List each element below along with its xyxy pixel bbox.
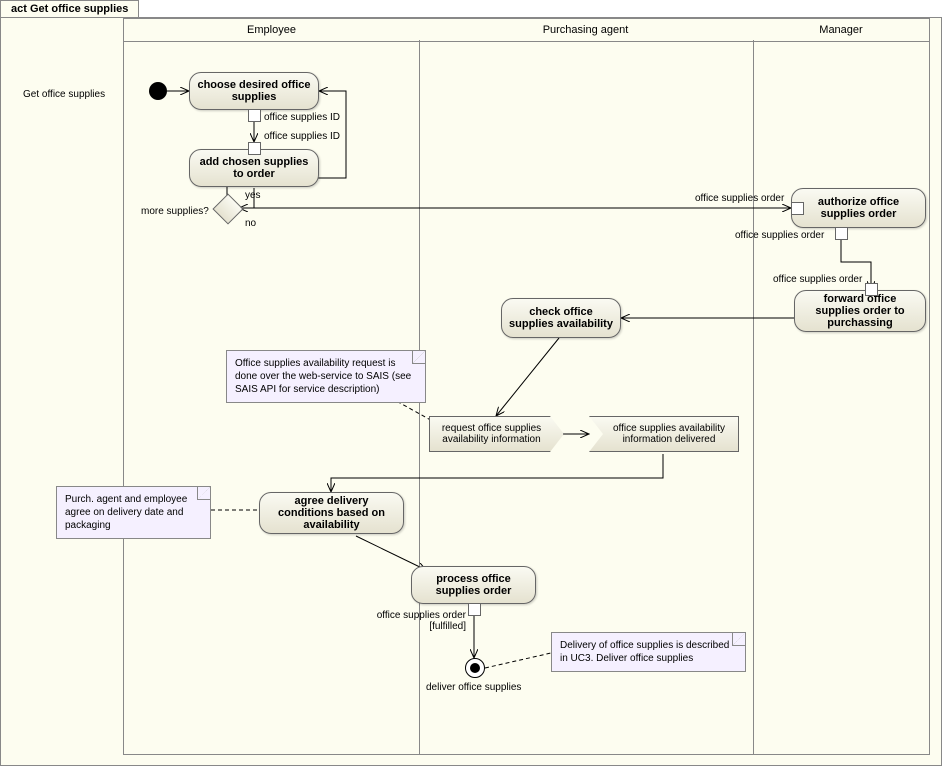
diagram-title: Get office supplies (30, 3, 128, 15)
pin-add-in-label: office supplies ID (264, 131, 340, 142)
swimlane-manager-body (753, 40, 930, 755)
activity-agree: agree delivery conditions based on avail… (259, 492, 404, 534)
pin-authorize-out-label: office supplies order (735, 230, 824, 241)
signal-delivered: office supplies availability information… (589, 416, 739, 452)
activity-check: check office supplies availability (501, 298, 621, 338)
activity-diagram-frame: Employee Purchasing agent Manager (0, 17, 942, 766)
final-node-inner (470, 663, 480, 673)
note-deliver: Delivery of office supplies is described… (551, 632, 746, 672)
note-agree: Purch. agent and employee agree on deliv… (56, 486, 211, 539)
pin-authorize-out (835, 227, 848, 240)
pin-choose-out-label: office supplies ID (264, 112, 340, 123)
swimlane-employee-header: Employee (123, 18, 420, 42)
diagram-tab: act Get office supplies (0, 0, 139, 17)
pin-process-out-label: office supplies order [fulfilled] (376, 610, 466, 632)
initial-label: Get office supplies (23, 89, 105, 100)
swimlane-purchasing-header: Purchasing agent (418, 18, 754, 42)
swimlane-manager-header: Manager (753, 18, 930, 42)
pin-authorize-in-label: office supplies order (695, 193, 784, 204)
pin-forward-in (865, 283, 878, 296)
initial-node (149, 82, 167, 100)
signal-request: request office supplies availability inf… (429, 416, 564, 452)
activity-forward: forward office supplies order to purchas… (794, 290, 926, 332)
decision-label: more supplies? (141, 206, 209, 217)
pin-authorize-in (791, 202, 804, 215)
pin-add-in (248, 142, 261, 155)
pin-forward-in-label: office supplies order (773, 274, 862, 285)
activity-authorize: authorize office supplies order (791, 188, 926, 228)
diagram-prefix: act (11, 3, 27, 15)
decision-no: no (245, 218, 256, 229)
pin-choose-out (248, 109, 261, 122)
final-label: deliver office supplies (426, 682, 521, 693)
pin-process-out (468, 603, 481, 616)
activity-choose: choose desired office supplies (189, 72, 319, 110)
note-sais: Office supplies availability request is … (226, 350, 426, 403)
activity-process: process office supplies order (411, 566, 536, 604)
decision-yes: yes (245, 190, 261, 201)
final-node (465, 658, 485, 678)
